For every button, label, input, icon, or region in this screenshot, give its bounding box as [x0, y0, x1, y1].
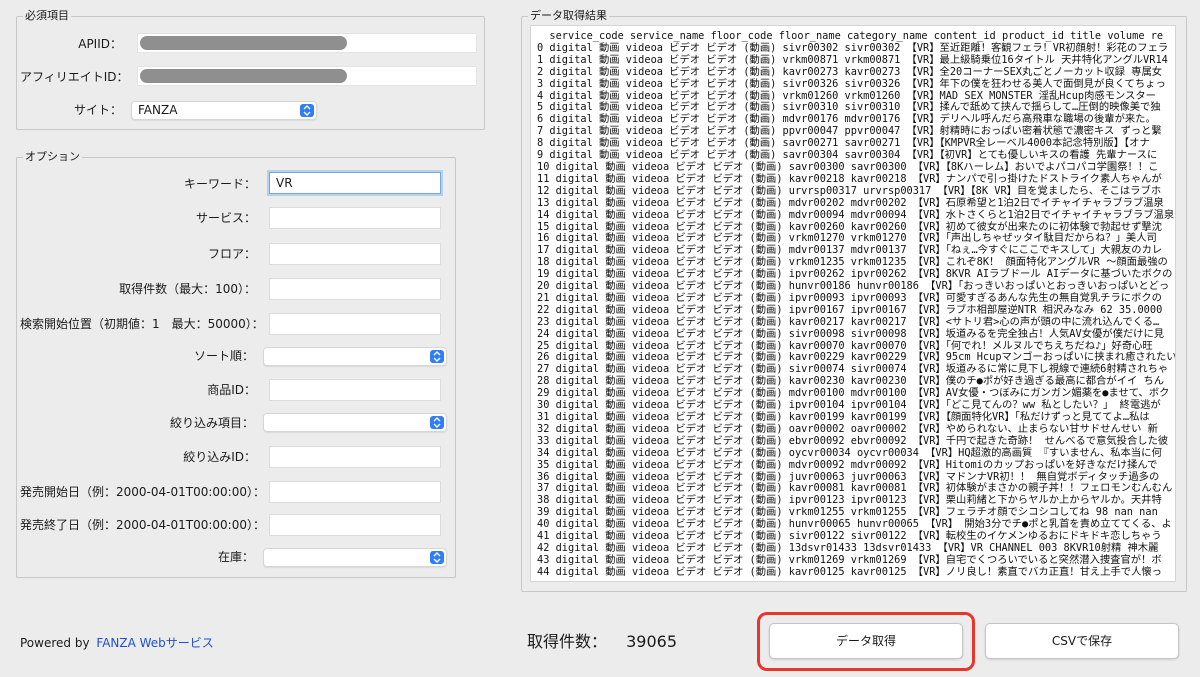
redacted-bar	[140, 69, 347, 83]
results-text-area[interactable]: service_code service_name floor_code flo…	[530, 25, 1176, 582]
chevron-updown-icon	[430, 551, 444, 564]
offset-label: 検索開始位置（初期値：1 最大：50000）：	[20, 317, 264, 331]
chevron-updown-icon	[430, 416, 444, 429]
hits-input[interactable]	[269, 278, 441, 300]
floor-input[interactable]	[269, 243, 441, 265]
results-row: 35 digital 動画 videoa ビデオ ビデオ (動画) mdvr00…	[537, 458, 1158, 471]
results-row: 33 digital 動画 videoa ビデオ ビデオ (動画) ebvr00…	[537, 434, 1169, 447]
results-row: 44 digital 動画 videoa ビデオ ビデオ (動画) kavr00…	[537, 565, 1162, 578]
apiid-label: APIID：	[78, 37, 122, 51]
result-count-label: 取得件数：	[527, 632, 608, 651]
results-row: 12 digital 動画 videoa ビデオ ビデオ (動画) urvrsp…	[537, 184, 1162, 197]
keyword-label: キーワード：	[183, 177, 256, 191]
hits-label: 取得件数（最大：100）：	[119, 282, 256, 296]
required-group-title: 必須項目	[23, 9, 71, 23]
results-row: 24 digital 動画 videoa ビデオ ビデオ (動画) sivr00…	[537, 327, 1165, 340]
apiid-field[interactable]	[137, 33, 477, 53]
sort-select[interactable]	[263, 347, 447, 366]
save-csv-button[interactable]: CSVで保存	[985, 623, 1179, 659]
affiliate-id-field[interactable]	[137, 66, 477, 86]
gte-date-label: 発売開始日（例：2000-04-01T00:00:00）：	[20, 485, 265, 499]
options-group-title: オプション	[23, 150, 82, 164]
sort-label: ソート順：	[193, 349, 254, 363]
product-id-input[interactable]	[269, 379, 441, 401]
results-row: 2 digital 動画 videoa ビデオ ビデオ (動画) kavr002…	[537, 65, 1163, 78]
results-row: 23 digital 動画 videoa ビデオ ビデオ (動画) kavr00…	[537, 315, 1160, 328]
results-row: 11 digital 動画 videoa ビデオ ビデオ (動画) kavr00…	[537, 172, 1162, 185]
powered-by: Powered by FANZA Webサービス	[20, 635, 214, 651]
keyword-input[interactable]: VR	[269, 172, 441, 194]
results-group-title: データ取得結果	[528, 9, 609, 23]
gte-date-input[interactable]	[269, 481, 441, 503]
stock-select[interactable]	[263, 548, 447, 567]
chevron-updown-icon	[430, 350, 444, 363]
fetch-data-button[interactable]: データ取得	[769, 623, 963, 659]
product-id-label: 商品ID：	[207, 383, 256, 397]
redacted-bar	[140, 36, 347, 50]
affiliate-id-label: アフィリエイトID：	[20, 70, 129, 84]
chevron-updown-icon	[300, 104, 314, 117]
site-select-value: FANZA	[138, 103, 178, 117]
results-row: 1 digital 動画 videoa ビデオ ビデオ (動画) vrkm008…	[537, 53, 1168, 66]
filter-id-label: 絞り込みID：	[183, 450, 256, 464]
floor-label: フロア：	[207, 247, 256, 261]
lte-date-input[interactable]	[269, 514, 441, 536]
powered-by-text: Powered by	[20, 636, 90, 650]
results-row: 13 digital 動画 videoa ビデオ ビデオ (動画) mdvr00…	[537, 196, 1164, 209]
results-row: 34 digital 動画 videoa ビデオ ビデオ (動画) oycvr0…	[537, 446, 1162, 459]
service-input[interactable]	[269, 207, 441, 229]
offset-input[interactable]	[269, 313, 441, 335]
results-row: 14 digital 動画 videoa ビデオ ビデオ (動画) mdvr00…	[537, 208, 1175, 221]
results-row: 3 digital 動画 videoa ビデオ ビデオ (動画) sivr003…	[537, 77, 1166, 90]
result-count-value: 39065	[626, 632, 678, 651]
fanza-web-service-link[interactable]: FANZA Webサービス	[96, 636, 213, 650]
site-select[interactable]: FANZA	[131, 101, 317, 120]
lte-date-label: 発売終了日（例：2000-04-01T00:00:00）：	[20, 518, 265, 532]
filter-id-input[interactable]	[269, 446, 441, 468]
filter-item-label: 絞り込み項目：	[169, 416, 254, 430]
filter-item-select[interactable]	[263, 413, 447, 432]
results-row: 43 digital 動画 videoa ビデオ ビデオ (動画) vrkm01…	[537, 553, 1162, 566]
results-row: 22 digital 動画 videoa ビデオ ビデオ (動画) ipvr00…	[537, 303, 1163, 316]
stock-label: 在庫：	[217, 550, 254, 564]
service-label: サービス：	[195, 211, 256, 225]
site-label: サイト：	[73, 103, 122, 117]
result-count: 取得件数： 39065	[527, 631, 677, 653]
